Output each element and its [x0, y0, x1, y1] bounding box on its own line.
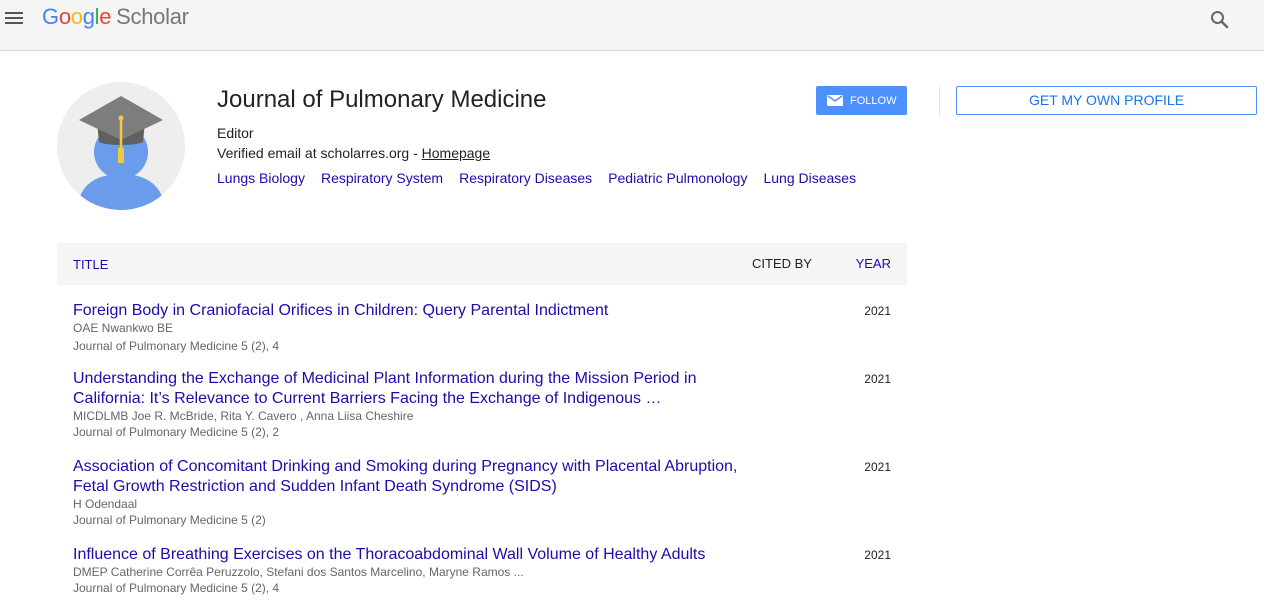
table-row: Association of Concomitant Drinking and … — [57, 457, 907, 531]
table-row: Understanding the Exchange of Medicinal … — [57, 369, 907, 443]
interest-link[interactable]: Pediatric Pulmonology — [608, 170, 747, 186]
profile-avatar — [57, 82, 185, 210]
google-scholar-logo[interactable]: Google Scholar — [42, 4, 189, 30]
logo-letter: g — [82, 4, 95, 29]
get-my-own-profile-button[interactable]: GET MY OWN PROFILE — [956, 86, 1257, 115]
publications-table-header: TITLE CITED BY YEAR — [57, 243, 907, 285]
interest-link[interactable]: Lungs Biology — [217, 170, 305, 186]
table-row: Influence of Breathing Exercises on the … — [57, 545, 907, 603]
publication-year: 2021 — [864, 372, 891, 386]
publication-title[interactable]: Understanding the Exchange of Medicinal … — [73, 369, 753, 409]
publication-venue: Journal of Pulmonary Medicine 5 (2), 2 — [73, 425, 280, 439]
divider — [939, 86, 940, 116]
follow-button[interactable]: FOLLOW — [816, 86, 907, 115]
logo-product-name: Scholar — [116, 4, 189, 29]
table-row: Foreign Body in Craniofacial Orifices in… — [57, 301, 907, 361]
publication-venue: Journal of Pulmonary Medicine 5 (2) — [73, 513, 266, 527]
publication-authors: MICDLMB Joe R. McBride, Rita Y. Cavero ,… — [73, 409, 414, 423]
interest-link[interactable]: Respiratory System — [321, 170, 443, 186]
publication-title[interactable]: Foreign Body in Craniofacial Orifices in… — [73, 301, 753, 321]
publication-venue: Journal of Pulmonary Medicine 5 (2), 4 — [73, 339, 280, 353]
interest-link[interactable]: Lung Diseases — [763, 170, 856, 186]
publication-title[interactable]: Association of Concomitant Drinking and … — [73, 457, 753, 497]
profile-affiliation: Editor — [217, 125, 254, 141]
interest-link[interactable]: Respiratory Diseases — [459, 170, 592, 186]
sort-by-year[interactable]: YEAR — [856, 256, 891, 271]
publication-year: 2021 — [864, 548, 891, 562]
publication-authors: DMEP Catherine Corrêa Peruzzolo, Stefani… — [73, 565, 524, 579]
top-bar: Google Scholar — [0, 0, 1264, 51]
cited-by-header: CITED BY — [752, 256, 812, 271]
logo-letter: o — [70, 4, 83, 29]
publication-authors: OAE Nwankwo BE — [73, 321, 174, 335]
profile-name: Journal of Pulmonary Medicine — [217, 86, 547, 113]
publication-venue: Journal of Pulmonary Medicine 5 (2), 4 — [73, 581, 280, 595]
mail-icon — [827, 95, 843, 106]
research-interests: Lungs Biology Respiratory System Respirato… — [217, 170, 872, 186]
publication-authors: H Odendaal — [73, 497, 138, 511]
verified-email: Verified email at scholarres.org - Homep… — [217, 145, 490, 161]
publication-title[interactable]: Influence of Breathing Exercises on the … — [73, 545, 753, 565]
logo-letter: o — [58, 4, 71, 29]
menu-icon[interactable] — [4, 9, 26, 27]
sort-by-title[interactable]: TITLE — [73, 257, 108, 272]
follow-label: FOLLOW — [850, 95, 897, 107]
search-icon[interactable] — [1209, 9, 1231, 31]
verified-email-text: Verified email at scholarres.org - — [217, 145, 422, 161]
homepage-link[interactable]: Homepage — [422, 145, 491, 161]
publication-year: 2021 — [864, 460, 891, 474]
logo-letter: G — [42, 4, 59, 29]
graduate-avatar-icon — [57, 82, 185, 210]
logo-letter: e — [99, 4, 112, 29]
publication-year: 2021 — [864, 304, 891, 318]
